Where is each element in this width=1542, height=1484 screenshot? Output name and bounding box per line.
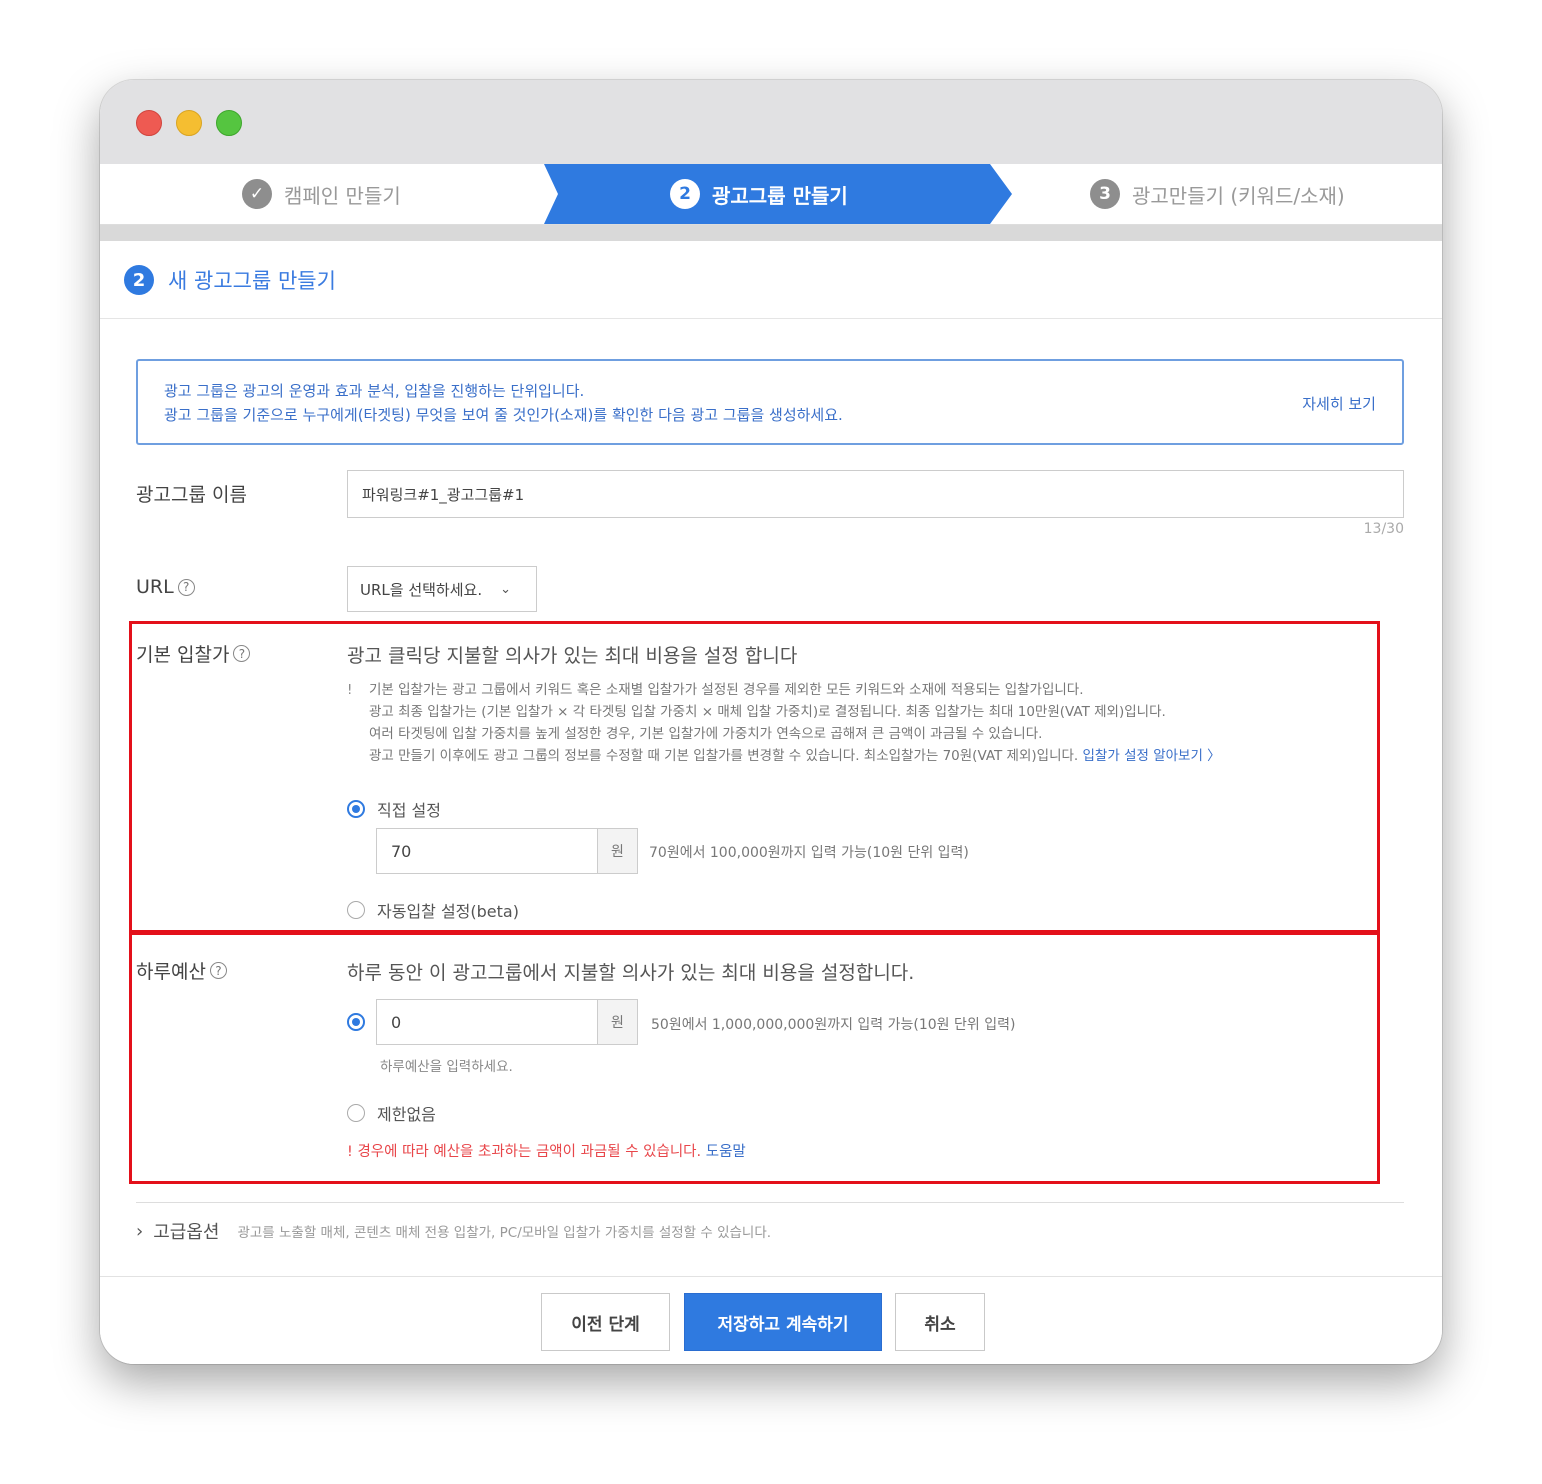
bid-note-4: 광고 만들기 이후에도 광고 그룹의 정보를 수정할 때 기본 입찰가를 변경할…	[369, 748, 1079, 764]
budget-warning-text: 경우에 따라 예산을 초과하는 금액이 과금될 수 있습니다.	[357, 1144, 702, 1160]
budget-unlimited-radio[interactable]: 제한없음	[347, 1101, 436, 1125]
step-campaign[interactable]: ✓ 캠페인 만들기	[242, 164, 401, 224]
radio-checked-icon	[347, 1013, 365, 1031]
cancel-button[interactable]: 취소	[895, 1293, 985, 1351]
save-and-continue-button[interactable]: 저장하고 계속하기	[684, 1293, 882, 1351]
check-icon: ✓	[242, 179, 272, 209]
divider-bar	[100, 225, 1442, 241]
bid-range-hint: 70원에서 100,000원까지 입력 가능(10원 단위 입력)	[649, 845, 969, 861]
budget-label-text: 하루예산	[136, 961, 206, 983]
budget-unit: 원	[598, 999, 638, 1045]
bid-guide-link[interactable]: 입찰가 설정 알아보기 〉	[1083, 748, 1221, 764]
help-link[interactable]: 도움말	[706, 1144, 746, 1160]
budget-sub-hint: 하루예산을 입력하세요.	[380, 1059, 513, 1075]
window-minimize-button[interactable]	[176, 110, 202, 136]
bid-auto-radio[interactable]: 자동입찰 설정(beta)	[347, 898, 519, 922]
step-ad-label: 광고만들기 (키워드/소재)	[1132, 183, 1345, 208]
budget-amount-radio[interactable]	[347, 1013, 377, 1031]
help-icon[interactable]: ?	[209, 962, 227, 979]
footer-actions: 이전 단계 저장하고 계속하기 취소	[100, 1276, 1442, 1364]
section-title: 새 광고그룹 만들기	[168, 269, 336, 293]
section-number-badge: 2	[124, 265, 154, 295]
url-label: URL ?	[136, 576, 195, 598]
previous-step-button[interactable]: 이전 단계	[541, 1293, 670, 1351]
info-line-2: 광고 그룹을 기준으로 누구에게(타겟팅) 무엇을 보여 줄 것인가(소재)를 …	[164, 406, 843, 424]
step-campaign-label: 캠페인 만들기	[284, 183, 401, 208]
bid-note-1: 기본 입찰가는 광고 그룹에서 키워드 혹은 소재별 입찰가가 설정된 경우를 …	[369, 682, 1084, 698]
advanced-options-description: 광고를 노출할 매체, 콘텐츠 매체 전용 입찰가, PC/모바일 입찰가 가중…	[237, 1225, 772, 1241]
url-label-text: URL	[136, 576, 174, 598]
budget-label: 하루예산 ?	[136, 957, 227, 984]
step-ad[interactable]: 3 광고만들기 (키워드/소재)	[1090, 164, 1345, 224]
adgroup-name-input[interactable]: 파워링크#1_광고그룹#1	[347, 470, 1404, 518]
bid-note-2: 광고 최종 입찰가는 (기본 입찰가 × 각 타겟팅 입찰 가중치 × 매체 입…	[369, 704, 1166, 720]
advanced-options-toggle[interactable]: › 고급옵션 광고를 노출할 매체, 콘텐츠 매체 전용 입찰가, PC/모바일…	[136, 1218, 771, 1244]
bid-note-3: 여러 타겟팅에 입찰 가중치를 높게 설정한 경우, 기본 입찰가에 가중치가 …	[369, 726, 1043, 742]
browser-window: ✓ 캠페인 만들기 2 광고그룹 만들기 3 광고만들기 (키워드/소재) 2 …	[100, 80, 1442, 1364]
info-line-1: 광고 그룹은 광고의 운영과 효과 분석, 입찰을 진행하는 단위입니다.	[164, 382, 585, 400]
help-icon[interactable]: ?	[233, 645, 251, 662]
bid-manual-label: 직접 설정	[377, 801, 441, 820]
window-titlebar	[100, 80, 1442, 164]
wizard-steps: ✓ 캠페인 만들기 2 광고그룹 만들기 3 광고만들기 (키워드/소재)	[100, 164, 1442, 225]
step-number-2-icon: 2	[670, 179, 700, 209]
advanced-divider	[136, 1202, 1404, 1203]
step-adgroup-label: 광고그룹 만들기	[712, 183, 848, 208]
radio-unchecked-icon	[347, 901, 365, 919]
radio-unchecked-icon	[347, 1104, 365, 1122]
step-adgroup[interactable]: 2 광고그룹 만들기	[670, 164, 848, 224]
section-header: 2 새 광고그룹 만들기	[100, 242, 1442, 319]
budget-description: 하루 동안 이 광고그룹에서 지불할 의사가 있는 최대 비용을 설정합니다.	[347, 962, 915, 984]
budget-amount-input[interactable]: 0	[376, 999, 598, 1045]
bid-notes: ! 기본 입찰가는 광고 그룹에서 키워드 혹은 소재별 입찰가가 설정된 경우를…	[347, 679, 1221, 767]
bid-label: 기본 입찰가 ?	[136, 640, 251, 667]
budget-warning: ! 경우에 따라 예산을 초과하는 금액이 과금될 수 있습니다. 도움말	[347, 1140, 746, 1161]
chevron-down-icon: ⌄	[500, 581, 512, 597]
learn-more-link[interactable]: 자세히 보기	[1302, 393, 1376, 414]
radio-checked-icon	[347, 800, 365, 818]
help-icon[interactable]: ?	[177, 578, 195, 596]
info-box: 광고 그룹은 광고의 운영과 효과 분석, 입찰을 진행하는 단위입니다. 광고…	[136, 359, 1404, 445]
bid-unit: 원	[598, 828, 638, 874]
step-number-3-icon: 3	[1090, 179, 1120, 209]
budget-amount-group: 0 원	[376, 999, 638, 1045]
budget-range-hint: 50원에서 1,000,000,000원까지 입력 가능(10원 단위 입력)	[651, 1017, 1016, 1033]
advanced-options-label: 고급옵션	[153, 1222, 220, 1243]
window-maximize-button[interactable]	[216, 110, 242, 136]
window-close-button[interactable]	[136, 110, 162, 136]
budget-unlimited-label: 제한없음	[377, 1105, 436, 1124]
info-icon: !	[347, 682, 353, 698]
char-counter: 13/30	[1363, 521, 1404, 537]
bid-amount-input[interactable]: 70	[376, 828, 598, 874]
bid-label-text: 기본 입찰가	[136, 644, 230, 666]
adgroup-name-label-text: 광고그룹 이름	[136, 484, 247, 506]
adgroup-name-label: 광고그룹 이름	[136, 480, 247, 507]
url-select[interactable]: URL을 선택하세요. ⌄	[347, 566, 537, 612]
warning-icon: !	[347, 1144, 353, 1160]
bid-auto-label: 자동입찰 설정(beta)	[377, 902, 519, 921]
url-select-value: URL을 선택하세요.	[360, 580, 483, 599]
chevron-right-icon: ›	[136, 1220, 144, 1242]
bid-amount-group: 70 원	[376, 828, 638, 874]
bid-description: 광고 클릭당 지불할 의사가 있는 최대 비용을 설정 합니다	[347, 645, 798, 667]
bid-manual-radio[interactable]: 직접 설정	[347, 797, 441, 821]
